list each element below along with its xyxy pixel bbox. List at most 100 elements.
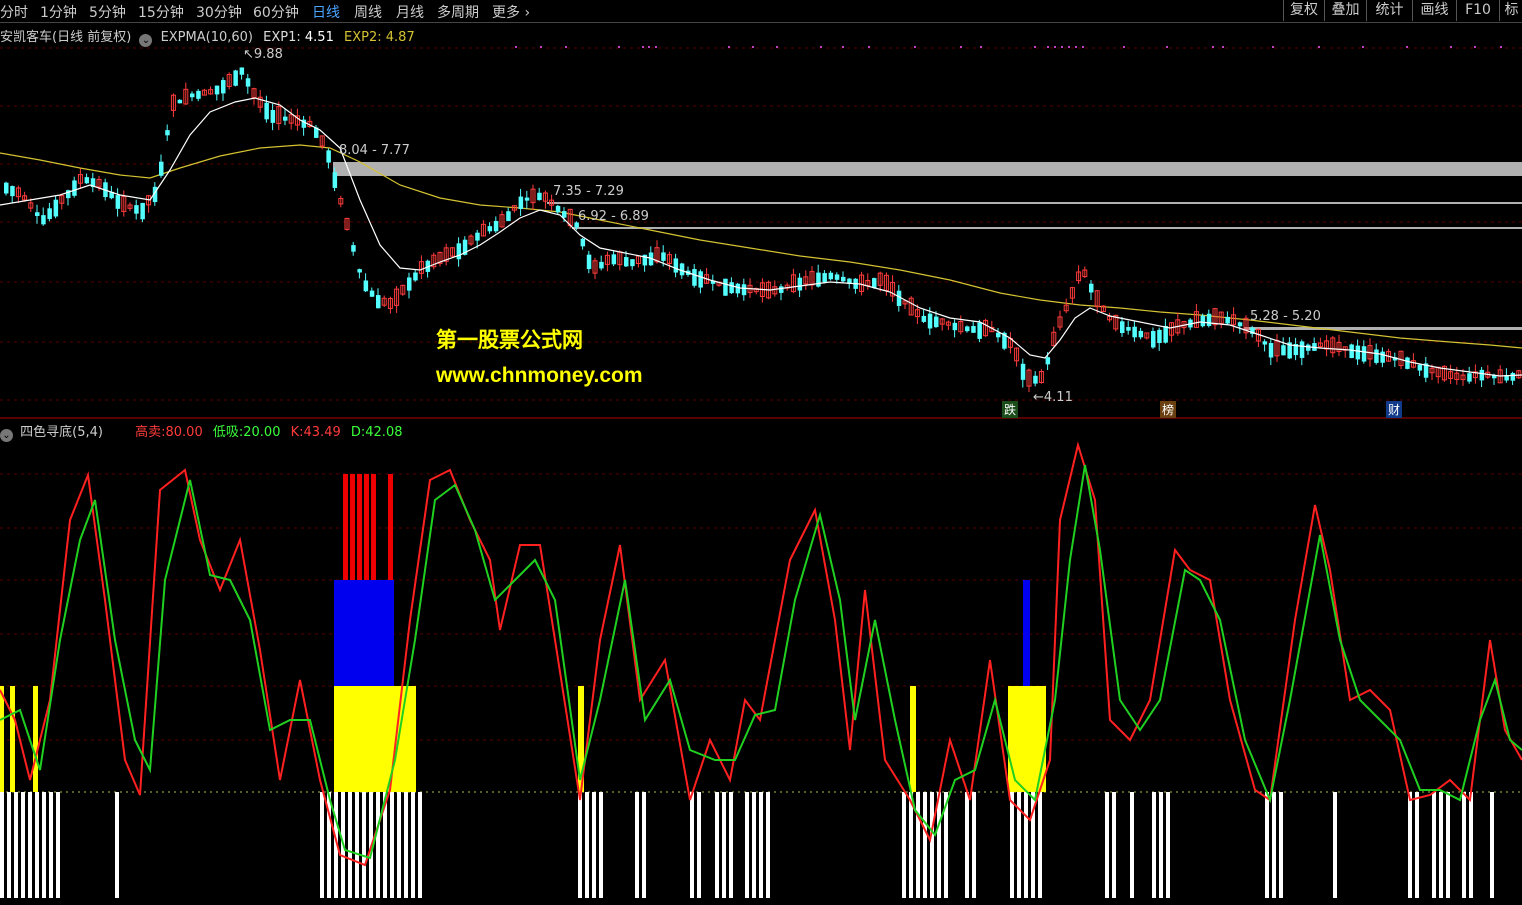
chart-canvas[interactable]: [0, 0, 1522, 905]
white-bar: [759, 792, 763, 898]
white-bar: [1439, 792, 1443, 898]
white-bar: [1024, 792, 1028, 898]
tab-15min[interactable]: 15分钟: [138, 2, 184, 22]
red-bar: [371, 474, 376, 580]
top-dot: [655, 46, 657, 48]
top-dot: [515, 46, 517, 48]
top-dot: [618, 46, 620, 48]
candle-body-down: [555, 205, 561, 213]
candle-body-down: [661, 252, 666, 261]
top-dot: [1474, 46, 1476, 48]
exp1-label: EXP1:: [263, 30, 301, 45]
candle-body-down: [159, 161, 164, 176]
candle-body-down: [971, 326, 976, 333]
white-bar: [320, 792, 324, 898]
tab-fenshi[interactable]: 分时: [0, 2, 28, 22]
candle-body-down: [177, 99, 183, 104]
tab-1min[interactable]: 1分钟: [40, 2, 77, 22]
candle-body-down: [140, 202, 145, 220]
f10-button[interactable]: F10: [1456, 0, 1499, 21]
yellow-bar: [10, 686, 15, 792]
candle-body-down: [921, 315, 927, 322]
more-label: 更多: [492, 5, 520, 21]
event-marker-bang[interactable]: 榜: [1160, 401, 1177, 418]
candle-body-down: [965, 326, 970, 332]
top-dot: [1034, 46, 1036, 48]
white-bar: [642, 792, 646, 898]
top-dot: [1362, 46, 1364, 48]
tab-5min[interactable]: 5分钟: [89, 2, 126, 22]
range-label-2: 7.35 - 7.29: [553, 184, 624, 199]
yellow-bar: [910, 686, 916, 792]
blue-block: [334, 580, 394, 686]
tab-weekly[interactable]: 周线: [354, 2, 382, 22]
candle-body-down: [1020, 363, 1026, 380]
white-bar: [1446, 792, 1450, 898]
candle-body-down: [115, 195, 121, 209]
kd-title[interactable]: 四色寻底(5,4): [20, 425, 103, 440]
candle-body-down: [679, 263, 685, 276]
white-bar: [1279, 792, 1283, 898]
candle-body-down: [165, 130, 170, 136]
candle-body-down: [586, 254, 592, 270]
candle-body-down: [1405, 357, 1410, 369]
event-marker-die[interactable]: 跌: [1002, 401, 1019, 418]
top-dot: [1123, 46, 1125, 48]
candle-body-down: [357, 269, 362, 273]
fuquan-button[interactable]: 复权: [1283, 0, 1324, 21]
stock-title[interactable]: 安凯客车(日线 前复权): [0, 30, 131, 45]
white-bar: [1272, 792, 1276, 898]
white-bar: [376, 792, 380, 898]
stats-button[interactable]: 统计: [1366, 0, 1412, 21]
exp1-value: 4.51: [304, 30, 334, 45]
white-bar: [1432, 792, 1436, 898]
white-bar: [1469, 792, 1473, 898]
mark-button[interactable]: 标: [1499, 0, 1522, 21]
exp1-curve: [0, 97, 1522, 377]
white-bar: [937, 792, 941, 898]
d-value: 42.08: [365, 425, 403, 440]
candle-body-down: [1349, 344, 1354, 359]
tab-30min[interactable]: 30分钟: [196, 2, 242, 22]
range-bar-3: [572, 227, 1522, 229]
white-bar: [362, 792, 366, 898]
overlay-button[interactable]: 叠加: [1324, 0, 1366, 21]
white-bar: [42, 792, 46, 898]
candle-body-down: [927, 313, 933, 329]
top-dot: [960, 46, 962, 48]
white-bar: [1038, 792, 1042, 898]
tab-multi-period[interactable]: 多周期: [437, 2, 479, 22]
draw-line-button[interactable]: 画线: [1412, 0, 1456, 21]
white-bar: [348, 792, 352, 898]
tab-monthly[interactable]: 月线: [396, 2, 424, 22]
candle-body-down: [698, 271, 703, 288]
candle-body-down: [456, 243, 462, 260]
candle-body-down: [611, 254, 617, 265]
candle-body-down: [692, 269, 697, 286]
top-dot: [1222, 46, 1224, 48]
indicator-name[interactable]: EXPMA(10,60): [161, 30, 253, 45]
white-bar: [923, 792, 927, 898]
range-bar-4: [1244, 327, 1522, 330]
tab-60min[interactable]: 60分钟: [253, 2, 299, 22]
chevron-down-icon[interactable]: ⌄: [139, 34, 153, 47]
white-bar: [965, 792, 969, 898]
candle-body-down: [41, 215, 46, 225]
exp1-line: [0, 97, 1522, 377]
candle-body-down: [4, 182, 9, 194]
tab-more[interactable]: 更多 ›: [492, 2, 530, 22]
candle-body-down: [816, 272, 821, 287]
top-dot: [1166, 46, 1168, 48]
candle-body-down: [1479, 369, 1485, 381]
gaomai-label: 高卖:: [135, 425, 166, 440]
top-dot: [752, 46, 754, 48]
tab-daily[interactable]: 日线: [312, 2, 340, 22]
event-marker-cai[interactable]: 财: [1386, 401, 1403, 418]
top-dot: [1318, 46, 1320, 48]
candle-body-down: [1033, 375, 1038, 384]
chevron-down-icon[interactable]: ⌄: [0, 429, 13, 442]
candle-body-down: [1374, 349, 1379, 363]
chevron-right-icon: ›: [520, 5, 531, 21]
candle-body-down: [332, 172, 338, 188]
white-bar: [690, 792, 694, 898]
